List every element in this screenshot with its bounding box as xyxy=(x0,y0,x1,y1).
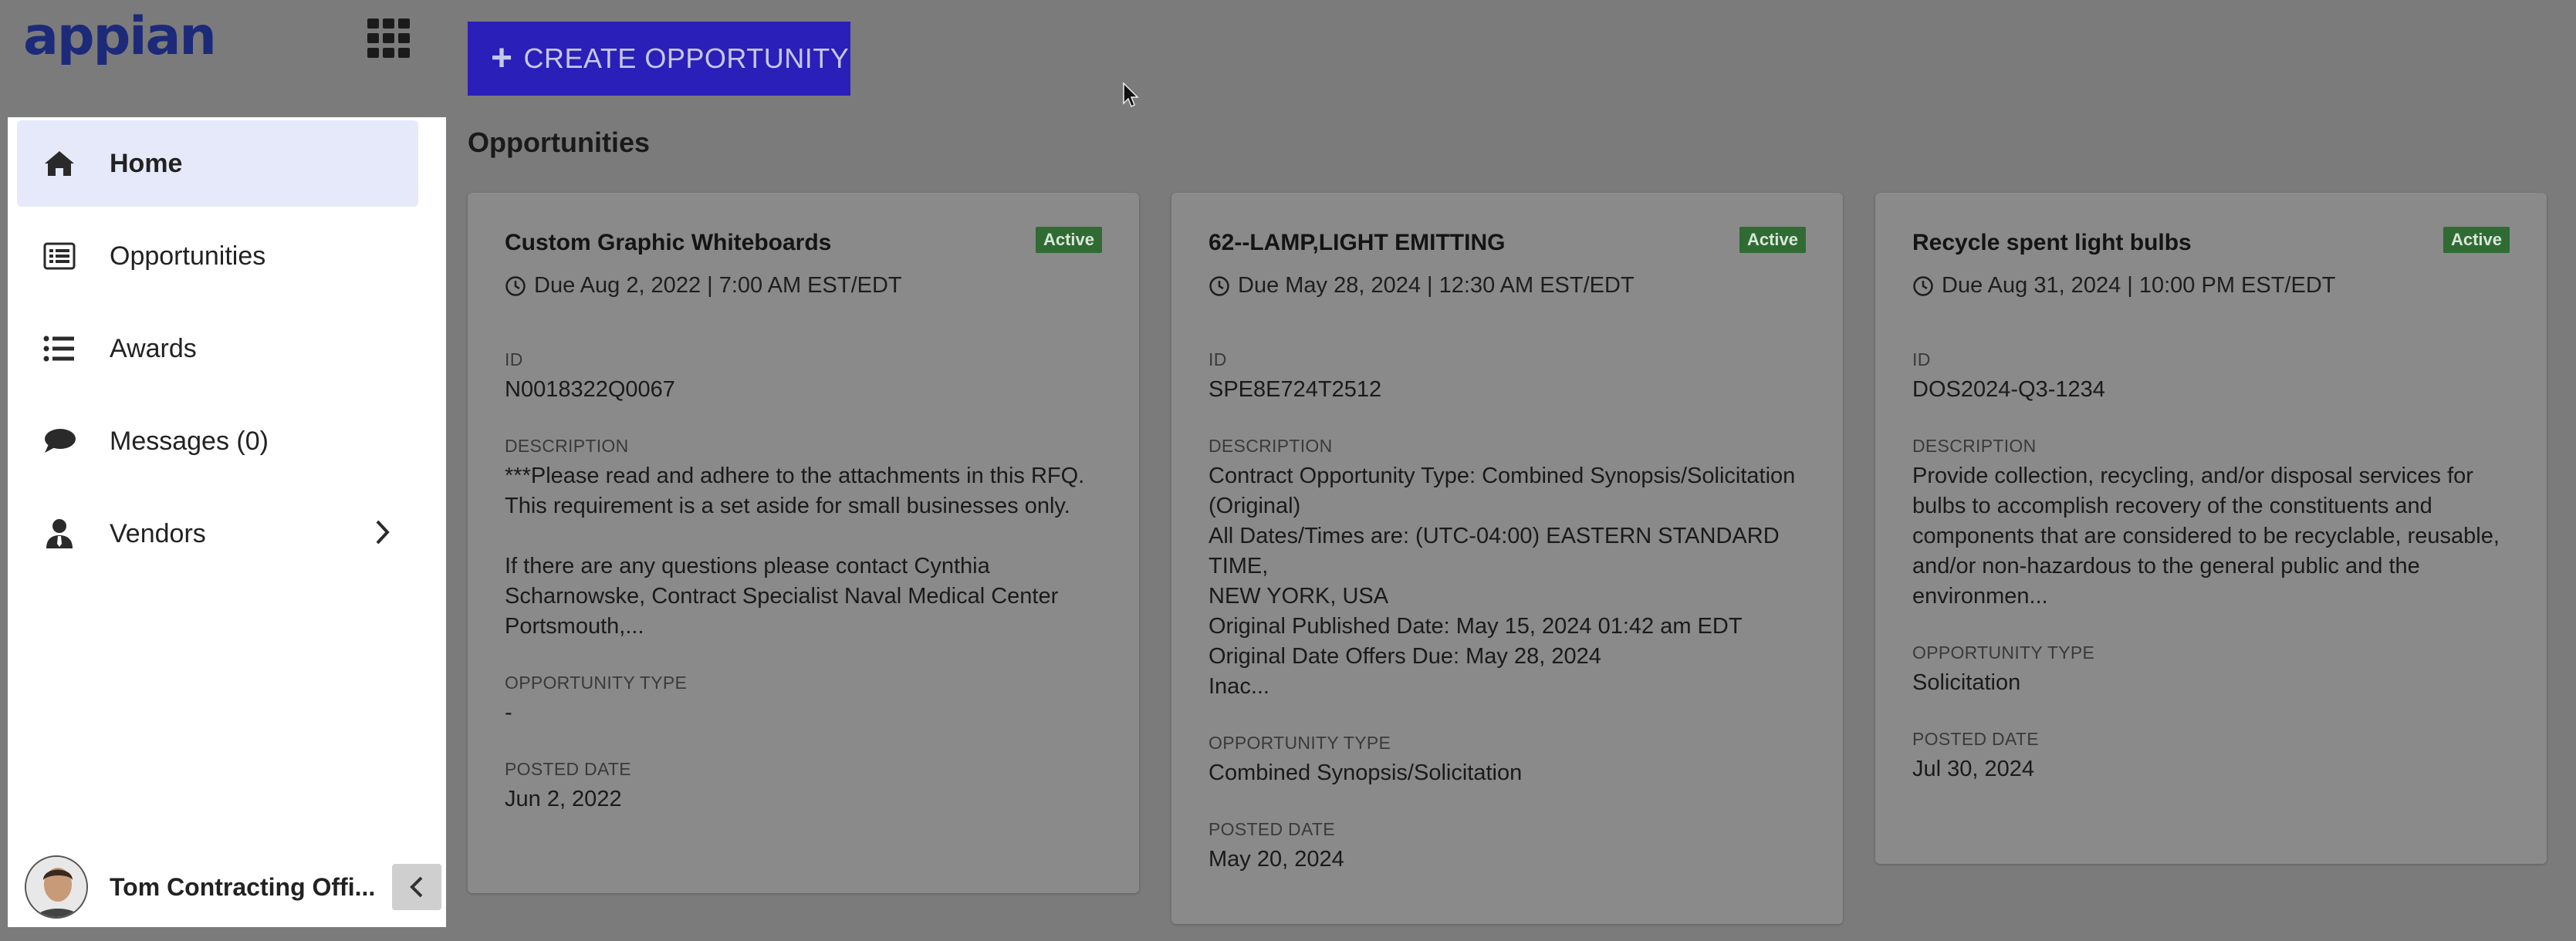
create-opportunity-button[interactable]: + CREATE OPPORTUNITY xyxy=(468,22,850,96)
id-label: ID xyxy=(1209,349,1227,369)
sidebar-item-awards[interactable]: Awards xyxy=(17,305,418,392)
posted-date-label: POSTED DATE xyxy=(1209,819,1335,839)
opportunity-title[interactable]: Custom Graphic Whiteboards xyxy=(505,230,1102,256)
plus-icon: + xyxy=(491,38,513,79)
opportunity-type-label: OPPORTUNITY TYPE xyxy=(1209,733,1391,753)
opportunity-card[interactable]: 62--LAMP,LIGHT EMITTING Active Due May 2… xyxy=(1171,193,1843,924)
chevron-right-icon[interactable] xyxy=(374,517,392,551)
comment-icon xyxy=(42,423,77,459)
app-grid-icon[interactable] xyxy=(367,19,412,59)
opportunity-type-value: Combined Synopsis/Solicitation xyxy=(1209,761,1523,785)
header-left: appian xyxy=(0,0,446,117)
sidebar-item-vendors[interactable]: Vendors xyxy=(17,491,418,577)
chevron-left-icon xyxy=(410,876,423,898)
sidebar-item-label: Messages (0) xyxy=(110,426,269,456)
due-date-text: Due Aug 2, 2022 | 7:00 AM EST/EDT xyxy=(534,273,902,298)
posted-date-label: POSTED DATE xyxy=(505,759,631,779)
posted-date-value: Jul 30, 2024 xyxy=(1912,757,2035,781)
list-alt-icon xyxy=(42,238,77,274)
sidebar-item-home[interactable]: Home xyxy=(17,120,418,207)
clock-icon xyxy=(1209,275,1229,296)
id-value: DOS2024-Q3-1234 xyxy=(1912,377,2105,402)
posted-date-label: POSTED DATE xyxy=(1912,729,2039,749)
opportunity-type-label: OPPORTUNITY TYPE xyxy=(505,673,688,693)
id-value: N0018322Q0067 xyxy=(505,377,675,402)
user-profile[interactable]: Tom Contracting Offi... xyxy=(8,847,446,927)
description-label: DESCRIPTION xyxy=(505,436,629,456)
opportunity-card[interactable]: Custom Graphic Whiteboards Active Due Au… xyxy=(468,193,1139,893)
sidebar-nav: Home Opportunities Awards Messages (0) V… xyxy=(8,117,446,927)
due-date-text: Due Aug 31, 2024 | 10:00 PM EST/EDT xyxy=(1942,273,2336,298)
opportunity-card[interactable]: Recycle spent light bulbs Active Due Aug… xyxy=(1875,193,2547,864)
user-name: Tom Contracting Offi... xyxy=(110,872,376,901)
sidebar-item-label: Home xyxy=(110,148,183,178)
sidebar-item-opportunities[interactable]: Opportunities xyxy=(17,213,418,299)
appian-logo[interactable]: appian xyxy=(23,6,217,67)
opportunity-type-label: OPPORTUNITY TYPE xyxy=(1912,643,2095,663)
mouse-cursor-icon xyxy=(1122,82,1139,112)
sidebar-item-messages[interactable]: Messages (0) xyxy=(17,398,418,484)
user-tie-icon xyxy=(42,516,77,551)
description-value: Contract Opportunity Type: Combined Syno… xyxy=(1209,464,1796,699)
status-badge: Active xyxy=(2442,227,2510,253)
sidebar-item-label: Opportunities xyxy=(110,241,266,271)
due-date: Due Aug 31, 2024 | 10:00 PM EST/EDT xyxy=(1912,273,2510,298)
section-title: Opportunities xyxy=(468,126,650,158)
clock-icon xyxy=(505,275,526,296)
due-date-text: Due May 28, 2024 | 12:30 AM EST/EDT xyxy=(1238,273,1635,298)
posted-date-value: Jun 2, 2022 xyxy=(505,787,622,811)
id-value: SPE8E724T2512 xyxy=(1209,377,1382,402)
status-badge: Active xyxy=(1035,227,1102,253)
opportunity-type-value: Solicitation xyxy=(1912,670,2021,695)
status-badge: Active xyxy=(1739,227,1806,253)
id-label: ID xyxy=(1912,349,1931,369)
description-label: DESCRIPTION xyxy=(1209,436,1333,456)
description-value: ***Please read and adhere to the attachm… xyxy=(505,464,1085,639)
description-value: Provide collection, recycling, and/or di… xyxy=(1912,464,2500,609)
clock-icon xyxy=(1913,275,1933,296)
opportunity-title[interactable]: Recycle spent light bulbs xyxy=(1912,230,2510,256)
opportunity-title[interactable]: 62--LAMP,LIGHT EMITTING xyxy=(1209,230,1806,256)
opportunity-type-value: - xyxy=(505,700,512,725)
description-label: DESCRIPTION xyxy=(1912,436,2037,456)
list-icon xyxy=(42,331,77,366)
home-icon xyxy=(42,146,77,181)
posted-date-value: May 20, 2024 xyxy=(1209,847,1344,872)
due-date: Due Aug 2, 2022 | 7:00 AM EST/EDT xyxy=(505,273,1102,298)
id-label: ID xyxy=(505,349,523,369)
collapse-sidebar-button[interactable] xyxy=(392,864,441,910)
create-opportunity-label: CREATE OPPORTUNITY xyxy=(523,42,850,74)
sidebar-item-label: Awards xyxy=(110,333,197,363)
sidebar-item-label: Vendors xyxy=(110,518,206,548)
avatar[interactable] xyxy=(25,855,88,919)
due-date: Due May 28, 2024 | 12:30 AM EST/EDT xyxy=(1209,273,1806,298)
